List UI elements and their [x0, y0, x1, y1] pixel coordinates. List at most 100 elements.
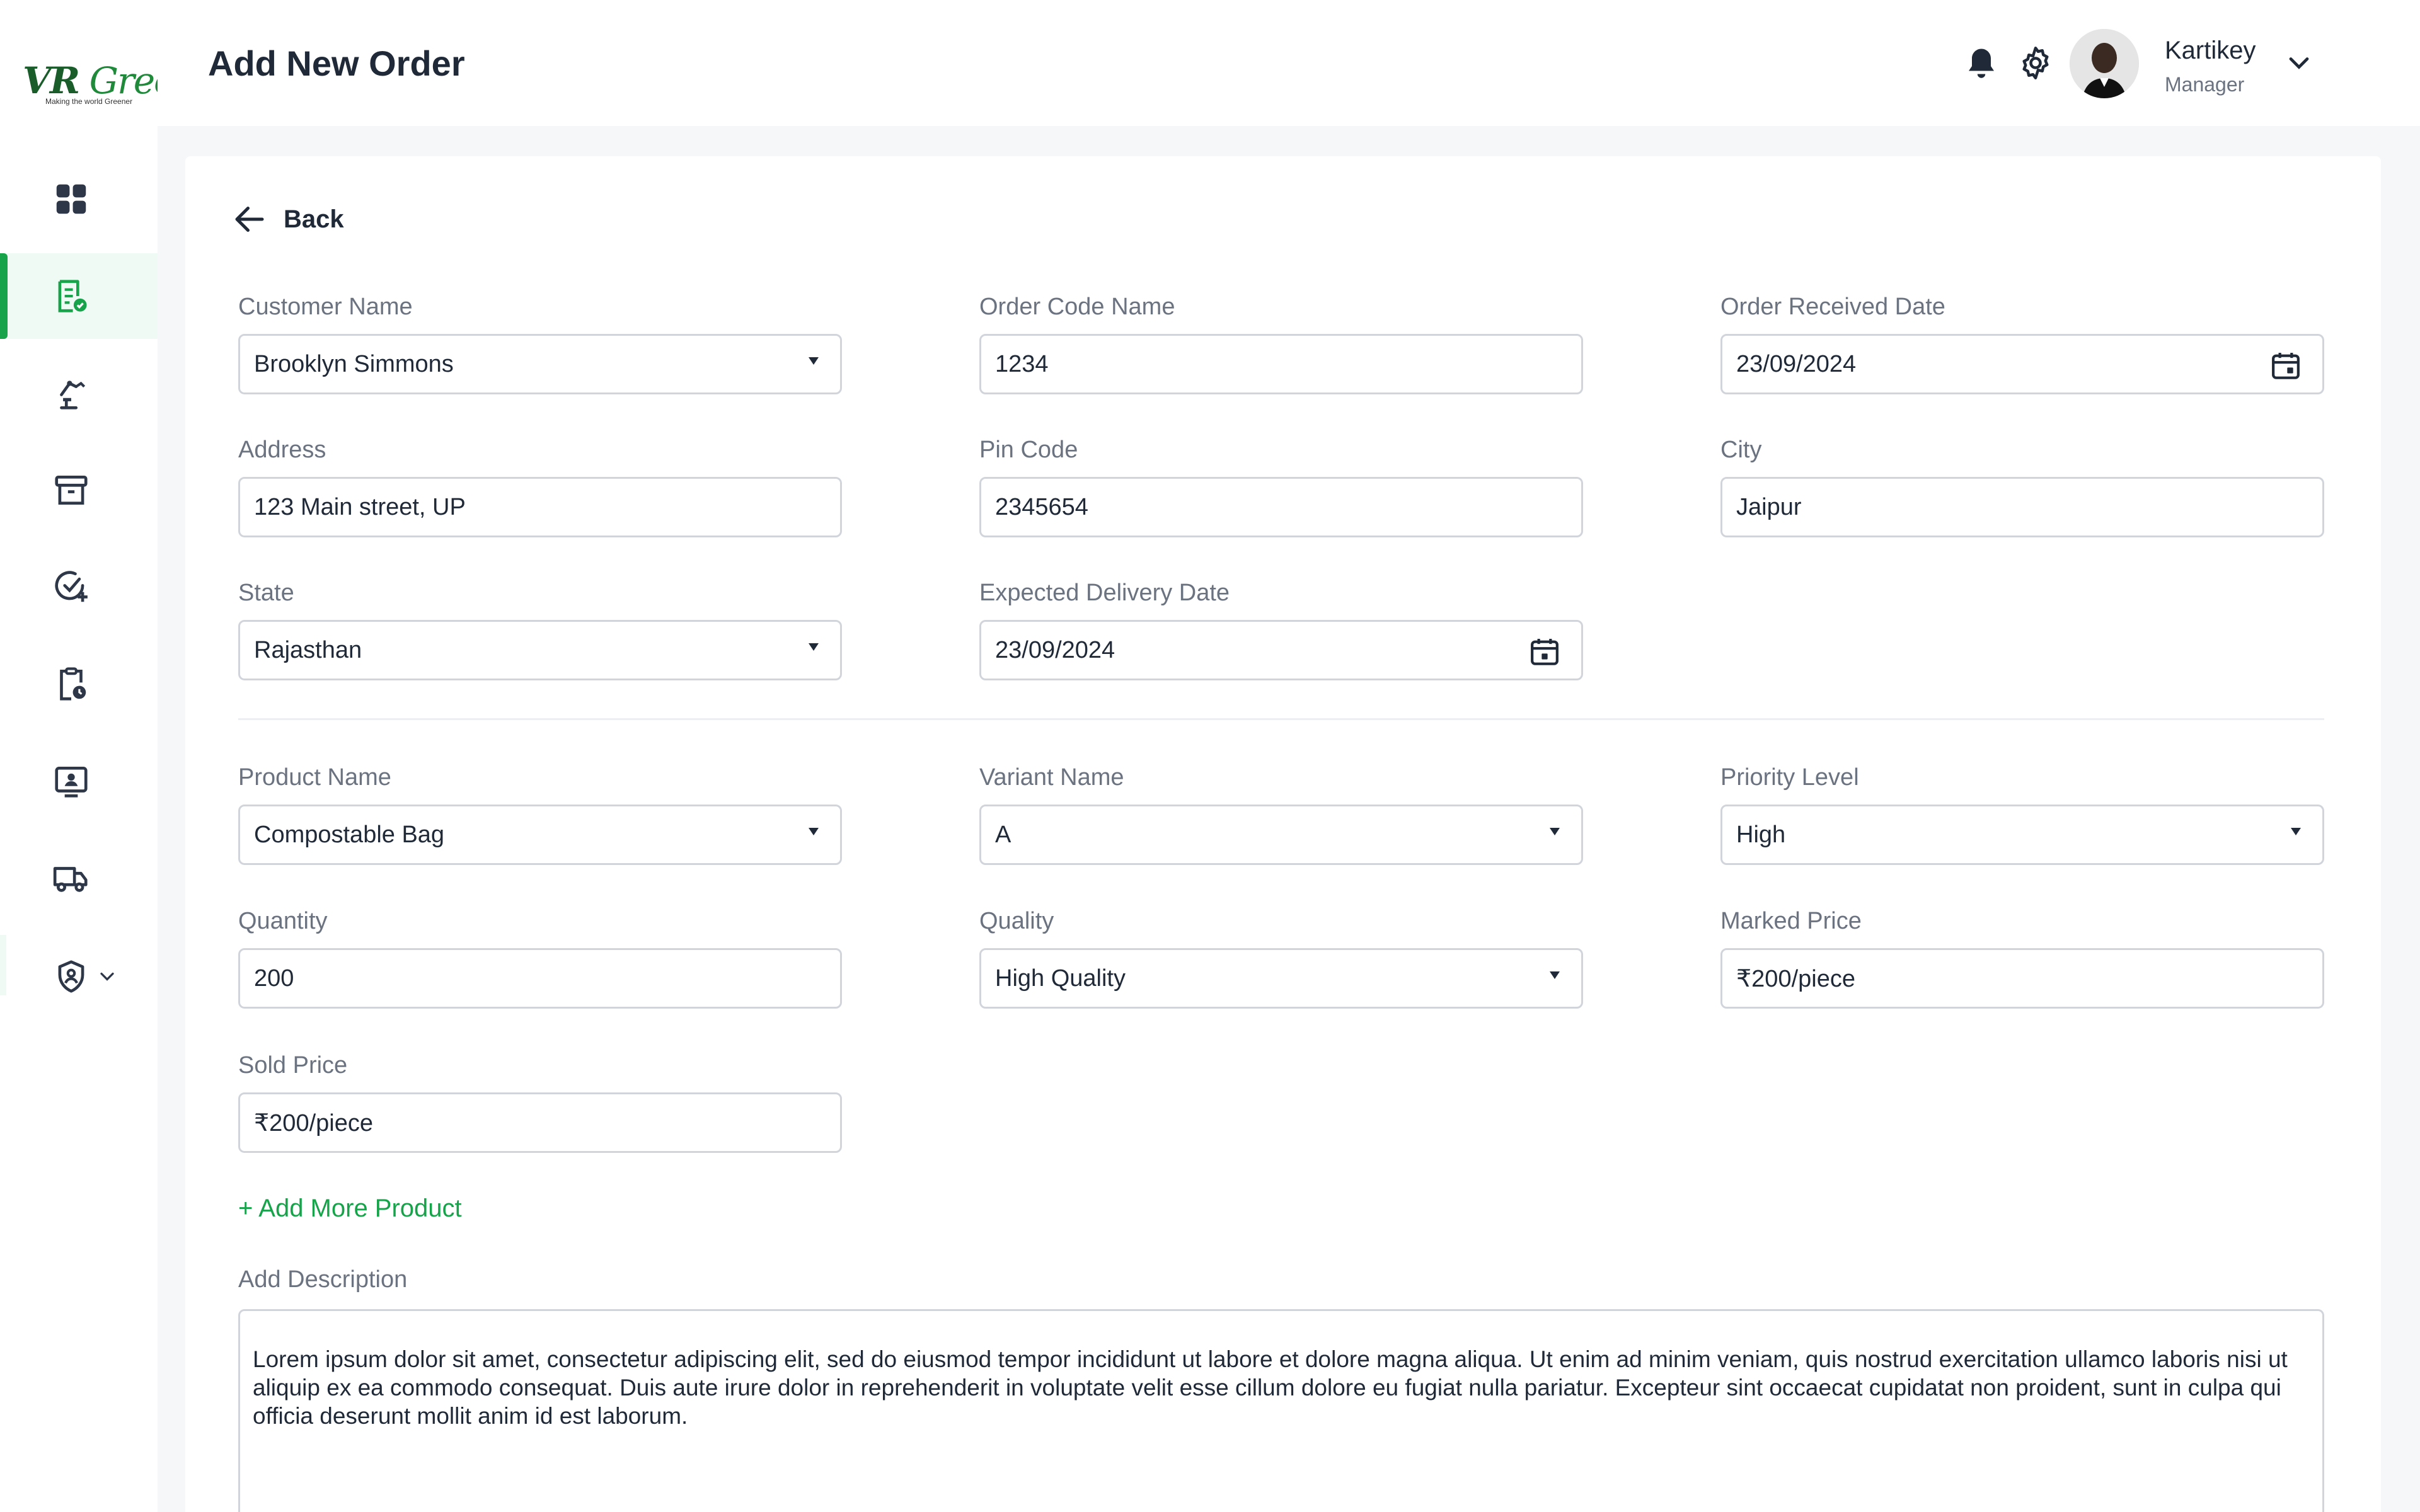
priority-level-field: Priority Level High: [1720, 762, 2324, 865]
marked-price-input[interactable]: ₹200/piece: [1720, 948, 2324, 1009]
order-received-date-input[interactable]: 23/09/2024: [1720, 334, 2324, 394]
state-select[interactable]: Rajasthan: [238, 620, 842, 680]
caret-down-icon: [1550, 971, 1560, 979]
input-value: ₹200/piece: [254, 1109, 373, 1137]
quality-field: Quality High Quality: [979, 905, 1583, 1009]
state-field: State Rajasthan: [238, 577, 842, 680]
caret-down-icon: [809, 643, 819, 651]
expected-delivery-date-field: Expected Delivery Date 23/09/2024: [979, 577, 1583, 680]
field-label: Product Name: [238, 764, 391, 791]
chevron-down-icon: [100, 972, 114, 981]
sold-price-field: Sold Price ₹200/piece: [238, 1050, 842, 1153]
sidebar-item-approvals[interactable]: [0, 544, 158, 630]
quantity-field: Quantity 200: [238, 905, 842, 1009]
user-badge-screen-icon: [55, 767, 88, 798]
chevron-down-icon[interactable]: [2283, 47, 2315, 79]
customer-name-field: Customer Name Brooklyn Simmons: [238, 291, 842, 394]
dashboard-grid-icon: [56, 184, 86, 214]
arrow-left-icon: [235, 207, 264, 232]
user-photo: [2070, 29, 2139, 98]
field-label: Quality: [979, 908, 1054, 934]
input-value: 23/09/2024: [995, 636, 1115, 663]
caret-down-icon: [2291, 828, 2301, 835]
field-label: Variant Name: [979, 764, 1124, 791]
variant-name-select[interactable]: A: [979, 805, 1583, 865]
selected-value: Rajasthan: [254, 636, 362, 663]
order-form-card: Back Customer Name Brooklyn Simmons Orde…: [185, 156, 2381, 1512]
field-label: Pin Code: [979, 437, 1078, 463]
caret-down-icon: [809, 828, 819, 835]
product-name-field: Product Name Compostable Bag: [238, 762, 842, 865]
calendar-icon[interactable]: [2268, 348, 2303, 384]
field-label: Customer Name: [238, 294, 413, 320]
bell-icon[interactable]: [1962, 44, 2000, 82]
order-received-date-field: Order Received Date 23/09/2024: [1720, 291, 2324, 394]
quantity-input[interactable]: 200: [238, 948, 842, 1009]
sidebar: VR Green Making the world Greener: [0, 0, 198, 1512]
description-text: Lorem ipsum dolor sit amet, consectetur …: [253, 1346, 2288, 1429]
calendar-icon[interactable]: [1527, 634, 1562, 670]
address-field: Address 123 Main street, UP: [238, 434, 842, 537]
top-header: Add New Order Kartikey Manager: [158, 0, 2420, 126]
sold-price-input[interactable]: ₹200/piece: [238, 1092, 842, 1153]
field-label: Order Received Date: [1720, 294, 1945, 320]
pin-code-field: Pin Code 2345654: [979, 434, 1583, 537]
order-code-name-field: Order Code Name 1234: [979, 291, 1583, 394]
gear-icon[interactable]: [2017, 44, 2054, 82]
field-label: Quantity: [238, 908, 328, 934]
section-divider: [238, 718, 2324, 720]
sidebar-item-delivery[interactable]: [0, 835, 158, 921]
city-input[interactable]: Jaipur: [1720, 477, 2324, 537]
back-label: Back: [284, 205, 344, 233]
selected-value: A: [995, 821, 1011, 848]
sidebar-item-schedule[interactable]: [0, 641, 158, 727]
page-title: Add New Order: [208, 43, 465, 83]
back-button[interactable]: Back: [231, 200, 344, 238]
input-value: ₹200/piece: [1736, 965, 1855, 992]
quality-select[interactable]: High Quality: [979, 948, 1583, 1009]
order-code-name-input[interactable]: 1234: [979, 334, 1583, 394]
input-value: 23/09/2024: [1736, 350, 1857, 377]
input-value: Jaipur: [1736, 493, 1802, 520]
input-value: 2345654: [995, 493, 1088, 520]
sidebar-item-employees[interactable]: [0, 738, 158, 824]
clipboard-clock-icon: [60, 667, 86, 701]
sidebar-item-admin[interactable]: [0, 934, 158, 1019]
description-label: Add Description: [238, 1266, 408, 1293]
selected-value: High Quality: [995, 965, 1126, 992]
field-label: Order Code Name: [979, 294, 1175, 320]
field-label: City: [1720, 437, 1762, 463]
pin-code-input[interactable]: 2345654: [979, 477, 1583, 537]
product-name-select[interactable]: Compostable Bag: [238, 805, 842, 865]
priority-level-select[interactable]: High: [1720, 805, 2324, 865]
field-label: Sold Price: [238, 1052, 348, 1079]
field-label: State: [238, 580, 294, 606]
sidebar-item-production[interactable]: [0, 350, 158, 436]
selected-value: Brooklyn Simmons: [254, 350, 454, 377]
expected-delivery-date-input[interactable]: 23/09/2024: [979, 620, 1583, 680]
user-role: Manager: [2165, 73, 2245, 96]
user-name: Kartikey: [2165, 37, 2256, 64]
input-value: 200: [254, 965, 294, 992]
address-input[interactable]: 123 Main street, UP: [238, 477, 842, 537]
field-label: Expected Delivery Date: [979, 580, 1230, 606]
customer-name-select[interactable]: Brooklyn Simmons: [238, 334, 842, 394]
selected-value: Compostable Bag: [254, 821, 445, 848]
add-more-product-link[interactable]: + Add More Product: [238, 1194, 462, 1223]
production-machine-icon: [60, 381, 86, 410]
sidebar-item-dashboard[interactable]: [0, 156, 158, 242]
orders-document-check-icon: [58, 280, 87, 312]
archive-box-icon: [55, 476, 88, 505]
field-label: Marked Price: [1720, 908, 1862, 934]
brand-logo[interactable]: VR Green Making the world Greener: [23, 55, 198, 112]
shield-user-icon: [58, 960, 84, 993]
check-add-icon: [55, 571, 88, 602]
sidebar-item-orders[interactable]: [0, 253, 158, 339]
input-value: 123 Main street, UP: [254, 493, 466, 520]
field-label: Address: [238, 437, 326, 463]
description-textarea[interactable]: Lorem ipsum dolor sit amet, consectetur …: [238, 1309, 2324, 1512]
caret-down-icon: [1550, 828, 1560, 835]
sidebar-item-inventory[interactable]: [0, 447, 158, 533]
delivery-truck-icon: [53, 867, 88, 892]
avatar[interactable]: [2070, 29, 2139, 98]
